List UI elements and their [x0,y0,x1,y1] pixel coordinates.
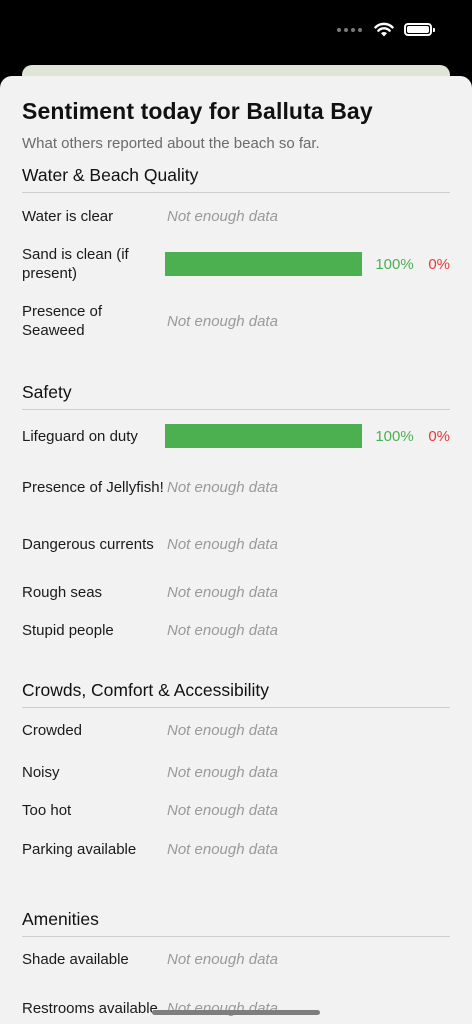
sentiment-bar-track [165,252,363,276]
sentiment-bar-fill [165,424,363,448]
not-enough-data: Not enough data [167,722,278,739]
not-enough-data: Not enough data [167,535,278,553]
list-item: Crowded Not enough data [22,708,450,753]
section-header-amenities: Amenities [22,909,450,937]
positive-percent: 100% [375,427,414,445]
sentiment-bar-fill [165,252,363,276]
not-enough-data: Not enough data [167,312,278,330]
list-item: Shade available Not enough data [22,937,450,982]
not-enough-data: Not enough data [167,583,278,601]
battery-icon [404,23,435,36]
list-item: Stupid people Not enough data [22,608,450,652]
home-indicator[interactable] [152,1010,320,1015]
list-item: Presence of Seaweed Not enough data [22,289,450,353]
item-label: Restrooms available [22,999,158,1017]
list-item: Presence of Jellyfish! Not enough data [22,462,450,512]
not-enough-data: Not enough data [167,621,278,639]
not-enough-data: Not enough data [167,951,278,968]
section-header-crowds: Crowds, Comfort & Accessibility [22,680,450,708]
status-bar [0,0,472,66]
not-enough-data: Not enough data [167,763,278,781]
not-enough-data: Not enough data [167,478,278,496]
list-item: Rough seas Not enough data [22,576,450,608]
status-icons [337,22,435,37]
not-enough-data: Not enough data [167,207,278,225]
item-label: Noisy [22,763,60,781]
item-label: Presence of Seaweed [22,303,103,339]
sentiment-bar: 100% 0% [165,252,450,276]
not-enough-data: Not enough data [167,840,278,858]
negative-percent: 0% [428,427,450,445]
item-label: Sand is clean (if present) [22,246,129,282]
section-header-safety: Safety [22,382,450,410]
list-item: Restrooms available Not enough data [22,982,450,1024]
sentiment-bar: 100% 0% [165,424,450,448]
sentiment-sheet: Sentiment today for Balluta Bay What oth… [0,76,472,1024]
item-label: Too hot [22,802,72,819]
negative-percent: 0% [428,255,450,273]
item-label: Water is clear [22,207,114,225]
signal-dots-icon [337,27,362,32]
item-label: Crowded [22,722,83,739]
list-item: Lifeguard on duty 100% 0% [22,410,450,462]
positive-percent: 100% [375,255,414,273]
item-label: Presence of Jellyfish! [22,478,164,496]
item-label: Parking available [22,840,137,858]
list-item: Noisy Not enough data [22,753,450,791]
list-item: Dangerous currents Not enough data [22,512,450,576]
list-item: Too hot Not enough data [22,791,450,830]
item-label: Lifeguard on duty [22,427,138,445]
sentiment-bar-track [165,424,363,448]
list-item: Sand is clean (if present) 100% 0% [22,239,450,289]
page-subtitle: What others reported about the beach so … [22,135,320,152]
item-label: Stupid people [22,621,114,639]
section-header-water-quality: Water & Beach Quality [22,165,450,193]
item-label: Dangerous currents [22,535,154,553]
item-label: Shade available [22,951,129,968]
item-label: Rough seas [22,583,103,601]
not-enough-data: Not enough data [167,802,278,819]
list-item: Parking available Not enough data [22,830,450,868]
wifi-icon [374,22,394,37]
list-item: Water is clear Not enough data [22,193,450,239]
page-title: Sentiment today for Balluta Bay [22,98,373,124]
